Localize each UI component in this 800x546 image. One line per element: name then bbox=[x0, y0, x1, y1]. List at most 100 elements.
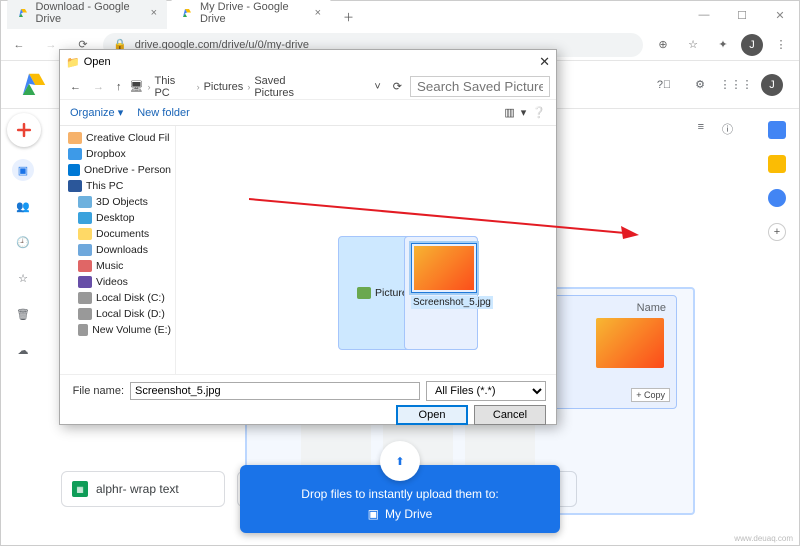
tree-node[interactable]: Desktop bbox=[60, 210, 175, 226]
crumb[interactable]: Saved Pictures bbox=[254, 75, 326, 99]
star-icon[interactable]: ☆ bbox=[681, 33, 705, 57]
tree-node[interactable]: This PC bbox=[60, 178, 175, 194]
menu-icon[interactable]: ⋮ bbox=[769, 33, 793, 57]
tasks-icon[interactable] bbox=[768, 189, 786, 207]
gear-icon[interactable]: ⚙ bbox=[689, 74, 711, 96]
upload-line2: ▣ My Drive bbox=[252, 507, 548, 521]
storage-icon[interactable]: ☁ bbox=[12, 339, 34, 361]
my-drive-icon[interactable]: ▣ bbox=[12, 159, 34, 181]
folder-icon bbox=[78, 308, 92, 320]
calendar-icon[interactable] bbox=[768, 121, 786, 139]
organize-menu[interactable]: Organize ▾ bbox=[70, 106, 123, 119]
dialog-breadcrumb: ← → ↑ 🖥 › This PC › Pictures › Saved Pic… bbox=[60, 74, 556, 100]
history-dropdown-icon[interactable]: ˅ bbox=[370, 79, 384, 95]
upload-banner: ⬆ Drop files to instantly upload them to… bbox=[240, 465, 560, 533]
tab-download[interactable]: Download - Google Drive × bbox=[7, 0, 167, 29]
tree-label: Desktop bbox=[96, 212, 135, 224]
filename-input[interactable] bbox=[130, 382, 420, 400]
tree-node[interactable]: Documents bbox=[60, 226, 175, 242]
filetype-filter[interactable]: All Files (*.*) bbox=[426, 381, 546, 401]
help-icon[interactable]: ❔ bbox=[532, 106, 546, 119]
drive-logo[interactable] bbox=[17, 68, 51, 102]
tree-node[interactable]: New Volume (E:) bbox=[60, 322, 175, 338]
tree-node[interactable]: Local Disk (C:) bbox=[60, 290, 175, 306]
close-icon[interactable]: ✕ bbox=[539, 54, 550, 70]
minimize-button[interactable]: — bbox=[685, 1, 723, 29]
folder-tree[interactable]: Creative Cloud Fil Dropbox OneDrive - Pers… bbox=[60, 126, 176, 374]
back-button[interactable]: ← bbox=[66, 79, 85, 95]
card-label: alphr- wrap text bbox=[96, 482, 179, 496]
tab-mydrive[interactable]: My Drive - Google Drive × bbox=[171, 0, 331, 29]
extensions-icon[interactable]: ✦ bbox=[711, 33, 735, 57]
tree-node[interactable]: 3D Objects bbox=[60, 194, 175, 210]
trash-icon[interactable]: 🗑 bbox=[12, 303, 34, 325]
tree-label: OneDrive - Person bbox=[84, 164, 171, 176]
tree-label: Documents bbox=[96, 228, 149, 240]
tree-node[interactable]: Videos bbox=[60, 274, 175, 290]
folder-icon bbox=[78, 324, 88, 336]
crumb[interactable]: Pictures bbox=[204, 81, 244, 93]
folder-icon bbox=[68, 148, 82, 160]
browser-window: Download - Google Drive × My Drive - Goo… bbox=[0, 0, 800, 546]
drive-small-icon: ▣ bbox=[368, 507, 379, 521]
dialog-footer: File name: All Files (*.*) Open Cancel bbox=[60, 374, 556, 424]
profile-avatar[interactable]: J bbox=[741, 34, 763, 56]
forward-button[interactable]: → bbox=[89, 79, 108, 95]
back-button[interactable]: ← bbox=[7, 33, 31, 57]
tree-label: 3D Objects bbox=[96, 196, 148, 208]
list-view-icon[interactable]: ≡ bbox=[698, 121, 704, 137]
new-tab-button[interactable]: ＋ bbox=[335, 5, 362, 29]
shared-icon[interactable]: 👥 bbox=[12, 195, 34, 217]
close-icon[interactable]: × bbox=[151, 7, 157, 19]
apps-icon[interactable]: ⋮⋮⋮ bbox=[725, 74, 747, 96]
cancel-button[interactable]: Cancel bbox=[474, 405, 546, 425]
dialog-body: Creative Cloud Fil Dropbox OneDrive - Pers… bbox=[60, 126, 556, 374]
refresh-icon[interactable]: ⟳ bbox=[389, 78, 406, 95]
view-dropdown-icon[interactable]: ▾ bbox=[521, 106, 527, 119]
tree-node[interactable]: Downloads bbox=[60, 242, 175, 258]
view-icon[interactable]: ▥ bbox=[504, 106, 514, 119]
new-folder-button[interactable]: New folder bbox=[137, 107, 190, 119]
tree-node[interactable]: Dropbox bbox=[60, 146, 175, 162]
up-button[interactable]: ↑ bbox=[112, 79, 126, 95]
crumb[interactable]: This PC bbox=[154, 75, 192, 99]
info-icon[interactable]: ⓘ bbox=[722, 121, 733, 137]
search-input[interactable] bbox=[410, 76, 550, 97]
open-button[interactable]: Open bbox=[396, 405, 468, 425]
zoom-icon[interactable]: ⊕ bbox=[651, 33, 675, 57]
folder-icon bbox=[78, 212, 92, 224]
recent-icon[interactable]: 🕘 bbox=[12, 231, 34, 253]
window-controls: — ☐ ✕ bbox=[685, 1, 799, 29]
tree-node[interactable]: Music bbox=[60, 258, 175, 274]
help-icon[interactable]: ?⃝ bbox=[653, 74, 675, 96]
account-avatar[interactable]: J bbox=[761, 74, 783, 96]
file-item[interactable]: Screenshot_5.jpg bbox=[404, 236, 478, 350]
folder-icon bbox=[78, 228, 92, 240]
tree-label: Local Disk (D:) bbox=[96, 308, 165, 320]
drive-favicon bbox=[181, 6, 194, 20]
pc-icon: 🖥 bbox=[130, 80, 144, 93]
folder-icon bbox=[68, 132, 82, 144]
tab-label: Download - Google Drive bbox=[35, 1, 144, 25]
drop-thumbnail bbox=[596, 318, 664, 368]
tree-node[interactable]: Local Disk (D:) bbox=[60, 306, 175, 322]
tree-label: Creative Cloud Fil bbox=[86, 132, 169, 144]
upload-line1: Drop files to instantly upload them to: bbox=[252, 487, 548, 501]
tree-label: Downloads bbox=[96, 244, 148, 256]
close-button[interactable]: ✕ bbox=[761, 1, 799, 29]
watermark: www.deuaq.com bbox=[734, 534, 793, 543]
maximize-button[interactable]: ☐ bbox=[723, 1, 761, 29]
add-icon[interactable]: + bbox=[768, 223, 786, 241]
new-button[interactable] bbox=[7, 113, 41, 147]
suggested-file[interactable]: ▦alphr- wrap text bbox=[61, 471, 225, 507]
dialog-title: Open bbox=[84, 56, 111, 68]
folder-icon bbox=[68, 164, 80, 176]
drag-target-preview: Name + Copy bbox=[537, 295, 677, 409]
starred-icon[interactable]: ☆ bbox=[12, 267, 34, 289]
tree-node[interactable]: Creative Cloud Fil bbox=[60, 130, 175, 146]
folder-icon bbox=[78, 292, 92, 304]
keep-icon[interactable] bbox=[768, 155, 786, 173]
tree-label: Dropbox bbox=[86, 148, 126, 160]
close-icon[interactable]: × bbox=[315, 7, 321, 19]
tree-node[interactable]: OneDrive - Person bbox=[60, 162, 175, 178]
